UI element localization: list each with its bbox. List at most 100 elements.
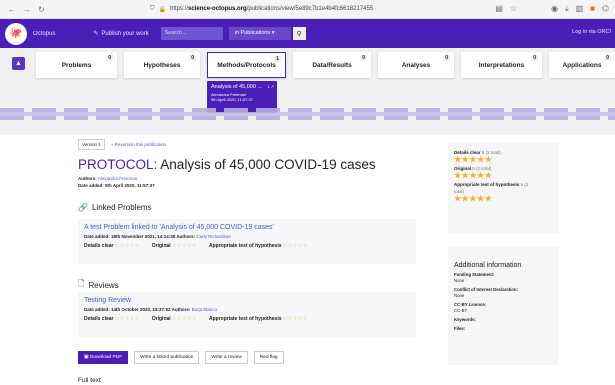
stage-count: 0	[106, 55, 113, 61]
publication-card-date: 5th April 2020, 11:57:37	[211, 97, 253, 102]
stage-count: 0	[360, 55, 367, 61]
download-pdf-button[interactable]: ▣ Download PDF	[78, 351, 129, 364]
reload-icon[interactable]: ↻	[38, 5, 45, 14]
forward-icon[interactable]: →	[23, 5, 31, 14]
author-link[interactable]: Carly Richardson	[196, 234, 231, 239]
lock-icon: 🔒	[158, 6, 166, 13]
plus-icon: +	[110, 142, 114, 147]
rating-stars[interactable]: ☆☆☆☆☆	[283, 243, 308, 249]
chevron-up-icon: ▲	[15, 60, 22, 67]
stage-count: 0	[531, 55, 538, 61]
publication-title: Analysis of 45,000 COVID-19 cases	[160, 157, 376, 172]
version-select[interactable]: Version 1	[78, 139, 105, 150]
write-review-button[interactable]: Write a review	[205, 351, 248, 364]
stage-navigation: ▲ Problems 0 Hypotheses 0 Methods/Protoc…	[0, 48, 615, 135]
link-icon: 🔗	[78, 203, 88, 212]
review-card: Testing Review Date added: 14th October …	[78, 292, 416, 337]
stage-data-results[interactable]: Data/Results 0	[293, 52, 371, 78]
rating-stars[interactable]: ☆☆☆☆☆	[172, 316, 197, 322]
extension-icon[interactable]: ■	[590, 4, 595, 14]
browser-actions: ▤ ☆ ◉ ⤓ ▥ ■ ⌬	[495, 4, 609, 14]
link-icon: ↗	[270, 84, 274, 89]
main-content: Version 1 + Reversion this publication P…	[0, 135, 615, 385]
full-text-heading: Full text	[78, 377, 101, 384]
stage-label: Methods/Protocols	[217, 61, 276, 69]
rating-stars[interactable]: ☆☆☆☆☆	[283, 316, 308, 322]
back-icon[interactable]: ←	[8, 5, 16, 14]
publication-card-title: Analysis of 45,000 ...	[211, 84, 263, 90]
stage-count: 0	[604, 55, 611, 61]
stage-analyses[interactable]: Analyses 0	[378, 52, 454, 78]
author-link[interactable]: Borja Blanco	[192, 307, 218, 312]
stage-hypotheses[interactable]: Hypotheses 0	[124, 52, 200, 78]
extension2-icon[interactable]: ⌬	[602, 4, 609, 14]
browser-chrome: ← → ↻ ⛉ 🔒 https://science-octopus.org/pu…	[0, 0, 615, 19]
details-clear-stars: ★★★★★	[454, 155, 493, 164]
library-icon[interactable]: ▥	[576, 4, 584, 14]
version-bar: Version 1 + Reversion this publication	[78, 139, 166, 150]
write-linked-button[interactable]: Write a linked publication	[134, 351, 200, 364]
stage-applications[interactable]: Applications 0	[549, 52, 615, 78]
search-button[interactable]: ⚲	[292, 27, 306, 40]
linked-problems-heading: 🔗 Linked Problems	[78, 203, 152, 212]
additional-info-heading: Additional information	[454, 262, 522, 269]
review-ratings: Details clear ☆☆☆☆☆ Original ☆☆☆☆☆ Appro…	[84, 316, 308, 322]
publication-type: PROTOCOL:	[78, 157, 158, 172]
stage-chain-decoration	[0, 108, 615, 120]
pdf-icon: ▣	[84, 355, 89, 360]
stage-count: 1	[274, 56, 281, 62]
stage-label: Applications	[562, 61, 602, 69]
search-icon: ⚲	[296, 30, 302, 38]
linked-problem-card: A test Problem linked to 'Analysis of 45…	[78, 219, 416, 264]
app-header: 🐙 Octopus ✎ Publish your work Search... i…	[0, 19, 615, 48]
rating-stars[interactable]: ☆☆☆☆☆	[172, 243, 197, 249]
collapse-button[interactable]: ▲	[12, 57, 25, 70]
document-icon: 🗋	[78, 279, 85, 288]
stage-interpretations[interactable]: Interpretations 0	[461, 52, 542, 78]
stage-count: 0	[443, 55, 450, 61]
pencil-icon: ✎	[93, 31, 99, 37]
ratings-panel: Details clear 5 (2 total) ★★★★★ Original…	[448, 143, 558, 233]
browser-nav: ← → ↻	[0, 5, 150, 14]
additional-info-panel: Additional information Funding Statement…	[448, 247, 558, 365]
review-meta: Date added: 14th October 2020, 19:37:52 …	[84, 307, 218, 312]
stage-problems[interactable]: Problems 0	[36, 52, 117, 78]
search-scope-select[interactable]: in Publications ▾	[228, 27, 291, 40]
original-stars: ★★★★★	[454, 171, 493, 180]
rating-stars[interactable]: ☆☆☆☆☆	[115, 316, 140, 322]
linked-problem-title[interactable]: A test Problem linked to 'Analysis of 45…	[84, 224, 410, 231]
shield-icon: ⛉	[150, 5, 155, 12]
author-link[interactable]: Alexandra Freeman	[98, 176, 138, 181]
download-icon[interactable]: ⤓	[565, 4, 569, 14]
page-title: PROTOCOL: Analysis of 45,000 COVID-19 ca…	[78, 157, 376, 172]
stage-label: Data/Results	[312, 61, 352, 69]
stage-label: Analyses	[401, 61, 431, 69]
brand-name[interactable]: Octopus	[33, 31, 55, 37]
linked-problem-ratings: Details clear ☆☆☆☆☆ Original ☆☆☆☆☆ Appro…	[84, 243, 308, 249]
date-added: Date added: 5th April 2020, 11:57:37	[78, 183, 155, 188]
bookmark-star-icon[interactable]: ☆	[510, 4, 517, 14]
search-input[interactable]: Search...	[160, 27, 223, 40]
pocket-icon[interactable]: ◉	[551, 4, 558, 14]
publish-button[interactable]: ✎ Publish your work	[93, 30, 148, 38]
review-title[interactable]: Testing Review	[84, 297, 410, 304]
octopus-logo[interactable]: 🐙	[5, 22, 27, 45]
stage-label: Hypotheses	[143, 61, 181, 69]
reader-icon[interactable]: ▤	[495, 4, 503, 14]
publication-card-count: 1 ↗	[267, 84, 274, 89]
action-buttons: ▣ Download PDF Write a linked publicatio…	[78, 351, 284, 364]
linked-problem-meta: Date added: 18th November 2021, 14:14:30…	[84, 234, 231, 239]
rating-stars[interactable]: ☆☆☆☆☆	[115, 243, 140, 249]
publication-meta: Authors: Alexandra Freeman Date added: 5…	[78, 176, 155, 188]
stage-methods[interactable]: Methods/Protocols 1	[207, 52, 286, 78]
red-flag-button[interactable]: Red flag	[253, 351, 284, 364]
reversion-link[interactable]: + Reversion this publication	[111, 142, 166, 147]
chevron-down-icon: ▾	[271, 30, 275, 36]
reviews-heading: 🗋 Reviews	[78, 278, 119, 292]
address-bar[interactable]: ⛉ 🔒 https://science-octopus.org/publicat…	[150, 6, 373, 13]
login-link[interactable]: Log in via ORCI	[572, 29, 611, 35]
appropriate-stars: ★★★★★	[454, 194, 493, 203]
url-text: https://science-octopus.org/publications…	[170, 6, 374, 12]
stage-count: 0	[189, 55, 196, 61]
stage-label: Problems	[61, 61, 92, 69]
